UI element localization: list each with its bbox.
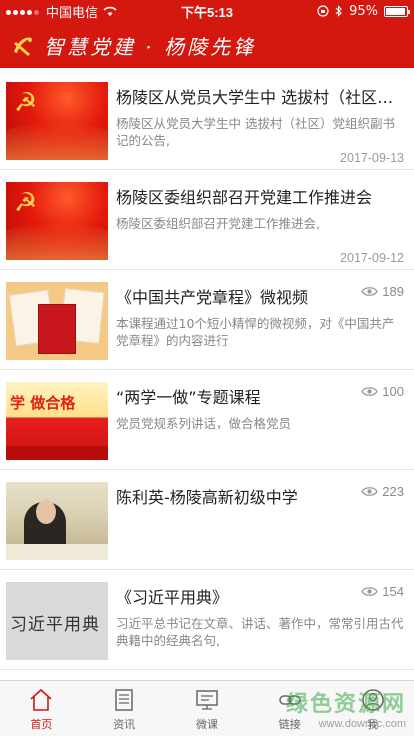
view-count: 189 (361, 284, 404, 299)
item-description: 杨陵区从党员大学生中 选拔村（社区）党组织副书记的公告, (116, 116, 395, 148)
status-bar: 中国电信 下午5:13 95% (0, 0, 414, 22)
item-date: 2017-09-13 (340, 151, 404, 165)
bottom-tab-bar: 首页 资讯 微课 链接 我 (0, 680, 414, 736)
top-bar: 中国电信 下午5:13 95% 智慧党建 · 杨陵先锋 (0, 0, 414, 68)
tab-label: 首页 (30, 718, 53, 731)
feed-item[interactable]: 陈利英-杨陵高新初级中学 223 (0, 470, 414, 570)
battery-icon (384, 5, 410, 17)
tab-home[interactable]: 首页 (0, 681, 83, 736)
tab-label: 我 (367, 718, 379, 731)
status-time: 下午5:13 (180, 4, 234, 20)
view-count: 154 (361, 584, 404, 599)
feed-item[interactable]: 习近平用典 《习近平用典》 154 习近平总书记在文章、讲话、著作中，常常引用古… (0, 570, 414, 670)
thumbnail-party-flag: ☭ (6, 182, 108, 260)
item-description: 本课程通过10个短小精悍的微视频，对《中国共产党章程》的内容进行 (116, 316, 395, 348)
tab-label: 微课 (195, 718, 218, 731)
view-count-value: 154 (382, 584, 404, 599)
feed-item[interactable]: 学 做合格 “两学一做”专题课程 100 党员党规系列讲话，做合格党员 (0, 370, 414, 470)
thumbnail-book-cover: 习近平用典 (6, 582, 108, 660)
thumbnail-two-studies-banner: 学 做合格 (6, 382, 108, 460)
thumbnail-party-constitution (6, 282, 108, 360)
item-title: 杨陵区委组织部召开党建工作推进会 (116, 188, 373, 207)
signal-icon (6, 4, 41, 19)
eye-icon (361, 387, 379, 396)
tab-label: 资讯 (113, 718, 136, 731)
news-icon (115, 689, 133, 711)
feed-item[interactable]: ☭ 杨陵区委组织部召开党建工作推进会 杨陵区委组织部召开党建工作推进会, 201… (0, 170, 414, 270)
tab-label: 链接 (278, 718, 301, 731)
item-date: 2017-09-12 (340, 251, 404, 265)
carrier-label: 中国电信 (46, 5, 99, 21)
app-header: 智慧党建 · 杨陵先锋 (0, 22, 414, 68)
view-count: 100 (361, 384, 404, 399)
tab-link[interactable]: 链接 (248, 681, 331, 736)
battery-percent: 95% (349, 3, 378, 19)
eye-icon (361, 487, 379, 496)
lock-rotation-icon (317, 5, 329, 17)
eye-icon (361, 287, 379, 296)
header-slogan: 智慧党建 · 杨陵先锋 (44, 34, 257, 59)
feed-item[interactable]: ☭ 杨陵区从党员大学生中 选拔村（社区）党组织副书记的公告 杨陵区从党员大学生中… (0, 70, 414, 170)
view-count-value: 100 (382, 384, 404, 399)
item-description: 习近平总书记在文章、讲话、著作中，常常引用古代典籍中的经典名句, (116, 616, 404, 648)
view-count: 223 (361, 484, 404, 499)
bluetooth-icon (335, 5, 342, 17)
tab-news[interactable]: 资讯 (83, 681, 166, 736)
link-icon (279, 695, 301, 705)
wifi-icon (103, 6, 117, 16)
thumbnail-party-flag: ☭ (6, 82, 108, 160)
user-icon (361, 689, 384, 711)
view-count-value: 189 (382, 284, 404, 299)
tab-course[interactable]: 微课 (166, 681, 249, 736)
feed-item[interactable]: 《中国共产党章程》微视频 189 本课程通过10个短小精悍的微视频，对《中国共产… (0, 270, 414, 370)
tab-me[interactable]: 我 (331, 681, 414, 736)
hammer-sickle-icon: ☭ (14, 88, 38, 118)
home-icon (30, 688, 52, 711)
hammer-sickle-icon: ☭ (14, 188, 38, 218)
thumbnail-meeting-photo (6, 482, 108, 560)
party-emblem-icon (14, 37, 32, 56)
book-cover-text: 习近平用典 (10, 615, 100, 635)
news-feed: ☭ 杨陵区从党员大学生中 选拔村（社区）党组织副书记的公告 杨陵区从党员大学生中… (0, 70, 414, 678)
course-icon (196, 690, 218, 710)
eye-icon (361, 587, 379, 596)
item-description: 党员党规系列讲话，做合格党员 (116, 416, 292, 431)
view-count-value: 223 (382, 484, 404, 499)
item-description: 杨陵区委组织部召开党建工作推进会, (116, 216, 320, 231)
item-title: 杨陵区从党员大学生中 选拔村（社区）党组织副书记的公告 (116, 88, 406, 107)
